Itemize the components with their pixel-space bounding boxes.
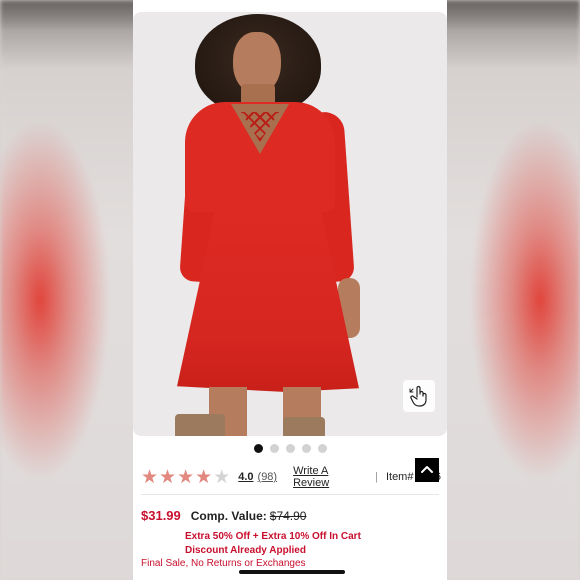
rating-value[interactable]: 4.0 xyxy=(238,471,253,483)
hand-pointer-icon xyxy=(409,385,427,407)
rating-row: ★ ★ ★ ★ ★ 4.0 (98) Write A Review | Item… xyxy=(141,465,441,489)
boot-left xyxy=(175,414,225,436)
carousel-dot[interactable] xyxy=(301,444,311,453)
promo-line-1: Extra 50% Off + Extra 10% Off In Cart xyxy=(185,531,361,542)
divider xyxy=(141,494,439,495)
tap-zoom-icon[interactable] xyxy=(403,380,435,412)
final-sale-notice: Final Sale, No Returns or Exchanges xyxy=(141,558,306,569)
product-image[interactable] xyxy=(133,12,447,436)
promo-message: Extra 50% Off + Extra 10% Off In Cart Di… xyxy=(185,530,361,558)
star-icon: ★ xyxy=(177,466,195,488)
sale-price: $31.99 xyxy=(141,508,181,523)
boot-right xyxy=(283,417,325,436)
review-count-link[interactable]: (98) xyxy=(258,471,278,483)
promo-line-2: Discount Already Applied xyxy=(185,545,306,556)
carousel-dot[interactable] xyxy=(285,444,295,453)
price-row: $31.99 Comp. Value: $74.90 xyxy=(141,508,306,523)
carousel-dot[interactable] xyxy=(253,444,263,453)
carousel-dot[interactable] xyxy=(269,444,279,453)
star-rating[interactable]: ★ ★ ★ ★ ★ xyxy=(141,468,230,487)
carousel-indicators xyxy=(133,444,447,453)
home-indicator[interactable] xyxy=(239,570,345,574)
star-icon: ★ xyxy=(141,466,159,488)
star-icon: ★ xyxy=(159,466,177,488)
separator: | xyxy=(375,471,378,483)
comp-value: $74.90 xyxy=(269,509,307,523)
write-review-link[interactable]: Write A Review xyxy=(293,465,363,489)
carousel-dot[interactable] xyxy=(317,444,327,453)
star-icon: ★ xyxy=(195,466,213,488)
scroll-to-top-button[interactable] xyxy=(415,458,439,482)
product-page: ★ ★ ★ ★ ★ 4.0 (98) Write A Review | Item… xyxy=(133,0,447,580)
comp-value-label: Comp. Value: xyxy=(190,509,267,523)
chevron-up-icon xyxy=(421,466,433,473)
star-icon: ★ xyxy=(213,466,231,488)
